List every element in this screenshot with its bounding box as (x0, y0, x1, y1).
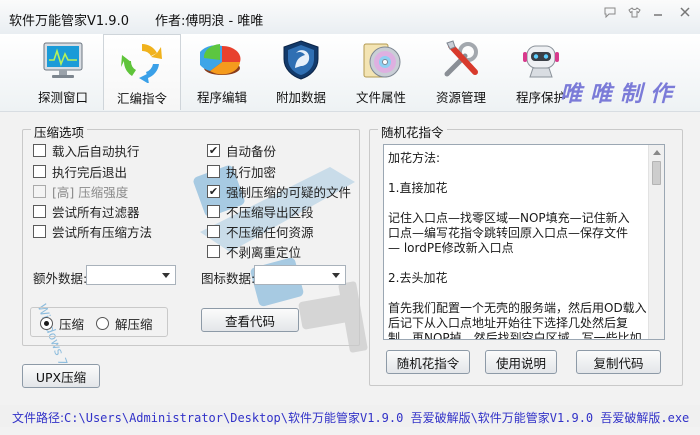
robot-icon (523, 45, 559, 78)
checkbox-auto-run[interactable]: 载入后自动执行 (33, 141, 140, 160)
window-controls (598, 0, 700, 24)
tool-resource-manager[interactable]: 资源管理 (422, 34, 500, 110)
junk-code-textarea[interactable]: 加花方法: 1.直接加花 记住入口点—找零区域—NOP填充—记住新入 口点—编写… (383, 144, 665, 340)
tool-label: 文件属性 (355, 90, 406, 105)
scroll-up-icon[interactable] (653, 150, 661, 155)
status-bar: 文件路径:C:\Users\Administrator\Desktop\软件万能… (0, 405, 700, 427)
brand-text: 唯唯制作 (560, 82, 681, 107)
tool-extra-data[interactable]: 附加数据 (262, 34, 340, 110)
main-toolbar: 探测窗口 汇编指令 程序编辑 附加数据 文件属性 资源管理 程序保护 唯唯制作 (0, 34, 700, 112)
scroll-thumb[interactable] (652, 161, 661, 185)
chat-icon[interactable] (598, 0, 622, 24)
radio-dot[interactable] (96, 317, 109, 330)
checkbox-no-compress-resources[interactable]: 不压缩任何资源 (207, 222, 314, 241)
chevron-down-icon[interactable] (332, 273, 340, 278)
checkbox-encrypt[interactable]: 执行加密 (207, 162, 276, 181)
radio-dot[interactable] (40, 317, 53, 330)
view-code-button[interactable]: 查看代码 (201, 308, 299, 332)
junk-code-title: 随机花指令 (378, 122, 447, 141)
copy-code-button[interactable]: 复制代码 (576, 350, 661, 374)
checkbox-box[interactable] (207, 165, 220, 178)
random-junk-button[interactable]: 随机花指令 (386, 350, 470, 374)
tool-label: 附加数据 (275, 90, 326, 105)
checkbox-box[interactable] (207, 225, 220, 238)
radio-decompress[interactable]: 解压缩 (96, 314, 153, 333)
chevron-down-icon[interactable] (162, 273, 170, 278)
checkbox-box[interactable] (33, 225, 46, 238)
shirt-icon[interactable] (622, 0, 646, 24)
tool-label: 汇编指令 (116, 91, 167, 106)
minimize-icon[interactable] (646, 0, 670, 24)
checkbox-box[interactable] (207, 245, 220, 258)
tool-detect-window[interactable]: 探测窗口 (24, 34, 102, 110)
file-path-value: C:\Users\Administrator\Desktop\软件万能管家V1.… (64, 411, 690, 425)
checkbox-keep-relocations[interactable]: 不剥离重定位 (207, 242, 301, 261)
icon-data-combo[interactable] (254, 265, 346, 285)
file-path-label: 文件路径: (12, 411, 65, 425)
extra-data-label: 额外数据: (33, 271, 88, 286)
file-path-status: 文件路径:C:\Users\Administrator\Desktop\软件万能… (12, 409, 689, 426)
pie-chart-icon (200, 44, 241, 75)
checkbox-try-all-methods[interactable]: 尝试所有压缩方法 (33, 222, 152, 241)
checkbox-compress-strength: [高] 压缩强度 (33, 182, 128, 201)
tools-icon (444, 40, 478, 77)
recycle-arrows-icon (121, 44, 162, 83)
checkmark-icon[interactable]: ✔ (207, 144, 220, 157)
checkbox-try-all-filters[interactable]: 尝试所有过滤器 (33, 202, 140, 221)
checkbox-force-suspicious[interactable]: ✔ 强制压缩的可疑的文件 (207, 182, 351, 201)
tool-label: 资源管理 (435, 90, 486, 105)
checkbox-box[interactable] (207, 205, 220, 218)
checkbox-box[interactable] (33, 165, 46, 178)
checkbox-box[interactable] (33, 205, 46, 218)
checkmark-icon[interactable]: ✔ (207, 185, 220, 198)
author-label: 作者:傅明浪 - 唯唯 (155, 14, 264, 29)
checkbox-box[interactable] (33, 144, 46, 157)
icon-data-label: 图标数据: (201, 271, 256, 286)
title-bar[interactable]: 软件万能管家V1.9.0 作者:傅明浪 - 唯唯 (0, 0, 700, 34)
usage-help-button[interactable]: 使用说明 (485, 350, 557, 374)
disc-icon (363, 43, 401, 78)
vertical-scrollbar[interactable] (648, 145, 664, 339)
tool-label: 程序保护 (515, 90, 566, 105)
radio-compress[interactable]: 压缩 (40, 314, 84, 333)
tool-label: 程序编辑 (196, 90, 247, 105)
tool-label: 探测窗口 (37, 90, 88, 105)
checkbox-auto-backup[interactable]: ✔ 自动备份 (207, 141, 276, 160)
checkbox-no-compress-exports[interactable]: 不压缩导出区段 (207, 202, 314, 221)
tool-program-edit[interactable]: 程序编辑 (183, 34, 261, 110)
checkbox-box (33, 185, 46, 198)
tool-asm-instructions[interactable]: 汇编指令 (103, 34, 181, 110)
close-icon[interactable] (670, 0, 700, 24)
shield-icon (283, 40, 319, 80)
compress-options-title: 压缩选项 (31, 122, 88, 141)
extra-data-combo[interactable] (86, 265, 176, 285)
app-title: 软件万能管家V1.9.0 (9, 14, 129, 29)
monitor-icon (43, 42, 83, 78)
tool-file-properties[interactable]: 文件属性 (342, 34, 420, 110)
upx-compress-button[interactable]: UPX压缩 (22, 364, 100, 388)
checkbox-exit-after-run[interactable]: 执行完后退出 (33, 162, 127, 181)
